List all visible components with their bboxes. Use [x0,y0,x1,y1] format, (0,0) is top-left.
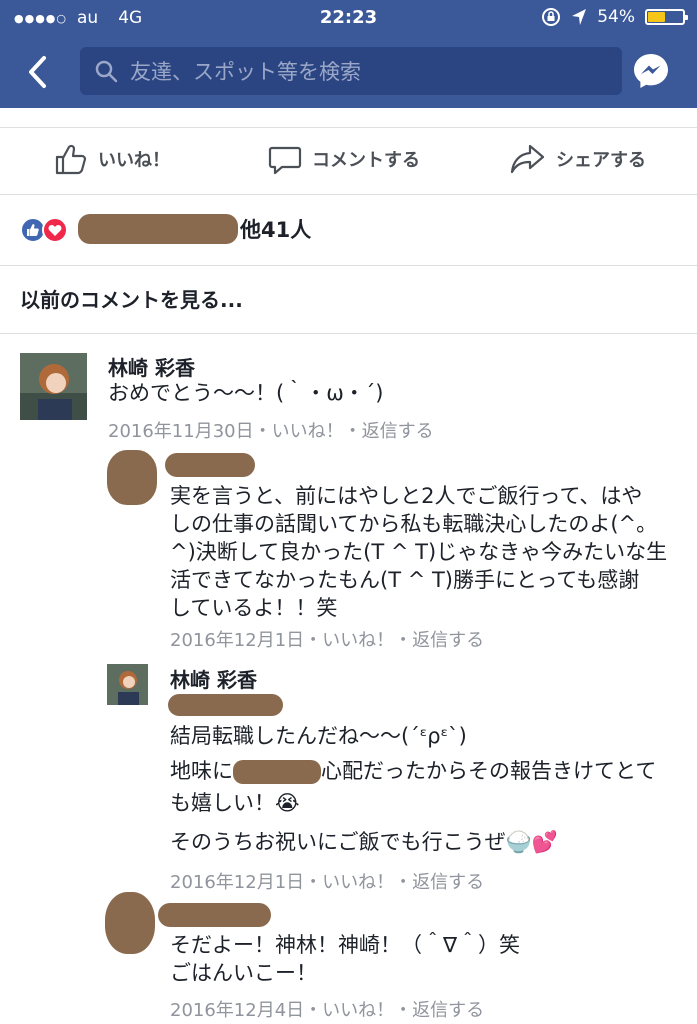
comment-text: おめでとう〜〜！(｀・ω・´) [108,381,384,405]
comment-date: 2016年12月1日 [170,630,305,651]
comment-text: そだよー！神林！神崎！（＾∇＾）笑 ごはんいこー！ [170,931,520,987]
share-icon [510,144,545,174]
comment-date: 2016年12月1日 [170,872,305,893]
comment-reply-link[interactable]: 返信する [362,421,434,442]
divider [0,333,697,334]
comment-reply-link[interactable]: 返信する [412,1000,484,1021]
navigation-header: ●●●●○ au 4G 22:23 54% [0,0,697,108]
divider [0,194,697,195]
share-button[interactable]: シェアする [510,142,646,176]
comment-button[interactable]: コメントする [268,142,420,176]
comment-author[interactable]: 林崎 彩香 [170,664,257,693]
messenger-icon[interactable] [632,52,670,90]
chevron-left-icon [29,56,46,88]
reaction-summary[interactable] [20,212,68,248]
comment-meta: 2016年12月1日・いいね！・返信する [170,630,485,651]
post-actions: いいね！ コメントする シェアする [0,128,697,194]
redaction-mark [105,892,155,954]
rotation-lock-icon [542,8,561,26]
like-label: いいね！ [98,150,170,171]
redaction-mark [165,453,255,477]
view-previous-comments-link[interactable]: 以前のコメントを見る... [20,284,243,313]
redaction-mark [78,214,238,244]
comment-line: も嬉しい！😭 [170,791,300,815]
redaction-mark [158,903,271,927]
comment-line: しの仕事の話聞いてから私も転職決心したのよ(^。 [170,512,658,536]
comment-icon [268,146,302,175]
comment-line: 地味に 心配だったからその報告きけてとて [170,757,656,785]
avatar[interactable] [20,353,87,420]
divider [0,265,697,266]
location-icon [572,9,587,25]
like-button[interactable]: いいね！ [54,142,170,176]
comment-label: コメントする [312,150,420,171]
comment-meta: 2016年12月1日・いいね！・返信する [170,872,485,893]
battery-percent: 54% [597,7,635,27]
comment-text: 実を言うと、前にはやしと2人でご飯行って、はや しの仕事の話聞いてから私も転職決… [170,482,667,622]
battery-icon [645,9,688,25]
comment-like-link[interactable]: いいね！ [272,421,344,442]
comment-reply-link[interactable]: 返信する [412,872,484,893]
back-button[interactable] [26,50,66,94]
comment-author[interactable]: 林崎 彩香 [108,352,195,381]
redaction-mark [233,760,321,784]
comment-like-link[interactable]: いいね！ [322,630,394,651]
search-input[interactable] [128,55,612,89]
search-icon [95,60,118,83]
comment-line-end: 心配だったからその報告きけてとて [321,759,657,783]
comment-line: ^)決断して良かった(T ^ T)じゃなきゃ今みたいな生 [170,540,668,564]
comment-meta: 2016年12月4日・いいね！・返信する [170,1000,485,1021]
comment-line-start: 地味に [170,759,233,783]
comment-line: 活できてなかったもん(T ^ T)勝手にとっても感謝 [170,568,640,592]
comment-line: 実を言うと、前にはやしと2人でご飯行って、はや [170,484,643,508]
redaction-mark [168,694,283,716]
comment-like-link[interactable]: いいね！ [322,872,394,893]
comment-line: 結局転職したんだね〜〜(´ᵋρᵋ`) [170,724,467,748]
status-bar: ●●●●○ au 4G 22:23 54% [0,0,697,36]
comment-like-link[interactable]: いいね！ [322,1000,394,1021]
avatar[interactable] [107,664,148,705]
comment-line: そのうちお祝いにご飯でも行こうぜ🍚💕 [170,830,558,854]
comment-line: ごはんいこー！ [170,961,317,985]
comment-line: そだよー！神林！神崎！（＾∇＾）笑 [170,933,521,957]
comment-date: 2016年11月30日 [108,421,254,442]
comment-meta: 2016年11月30日・いいね！・返信する [108,421,434,442]
comment-reply-link[interactable]: 返信する [412,630,484,651]
love-reaction-icon [42,217,68,243]
share-label: シェアする [556,150,646,171]
comment-date: 2016年12月4日 [170,1000,305,1021]
comment-line: しているよ！！笑 [170,596,338,620]
reaction-count[interactable]: 他41人 [240,214,311,244]
redaction-mark [107,450,157,505]
search-bar[interactable] [80,47,622,95]
thumbs-up-icon [55,144,87,175]
